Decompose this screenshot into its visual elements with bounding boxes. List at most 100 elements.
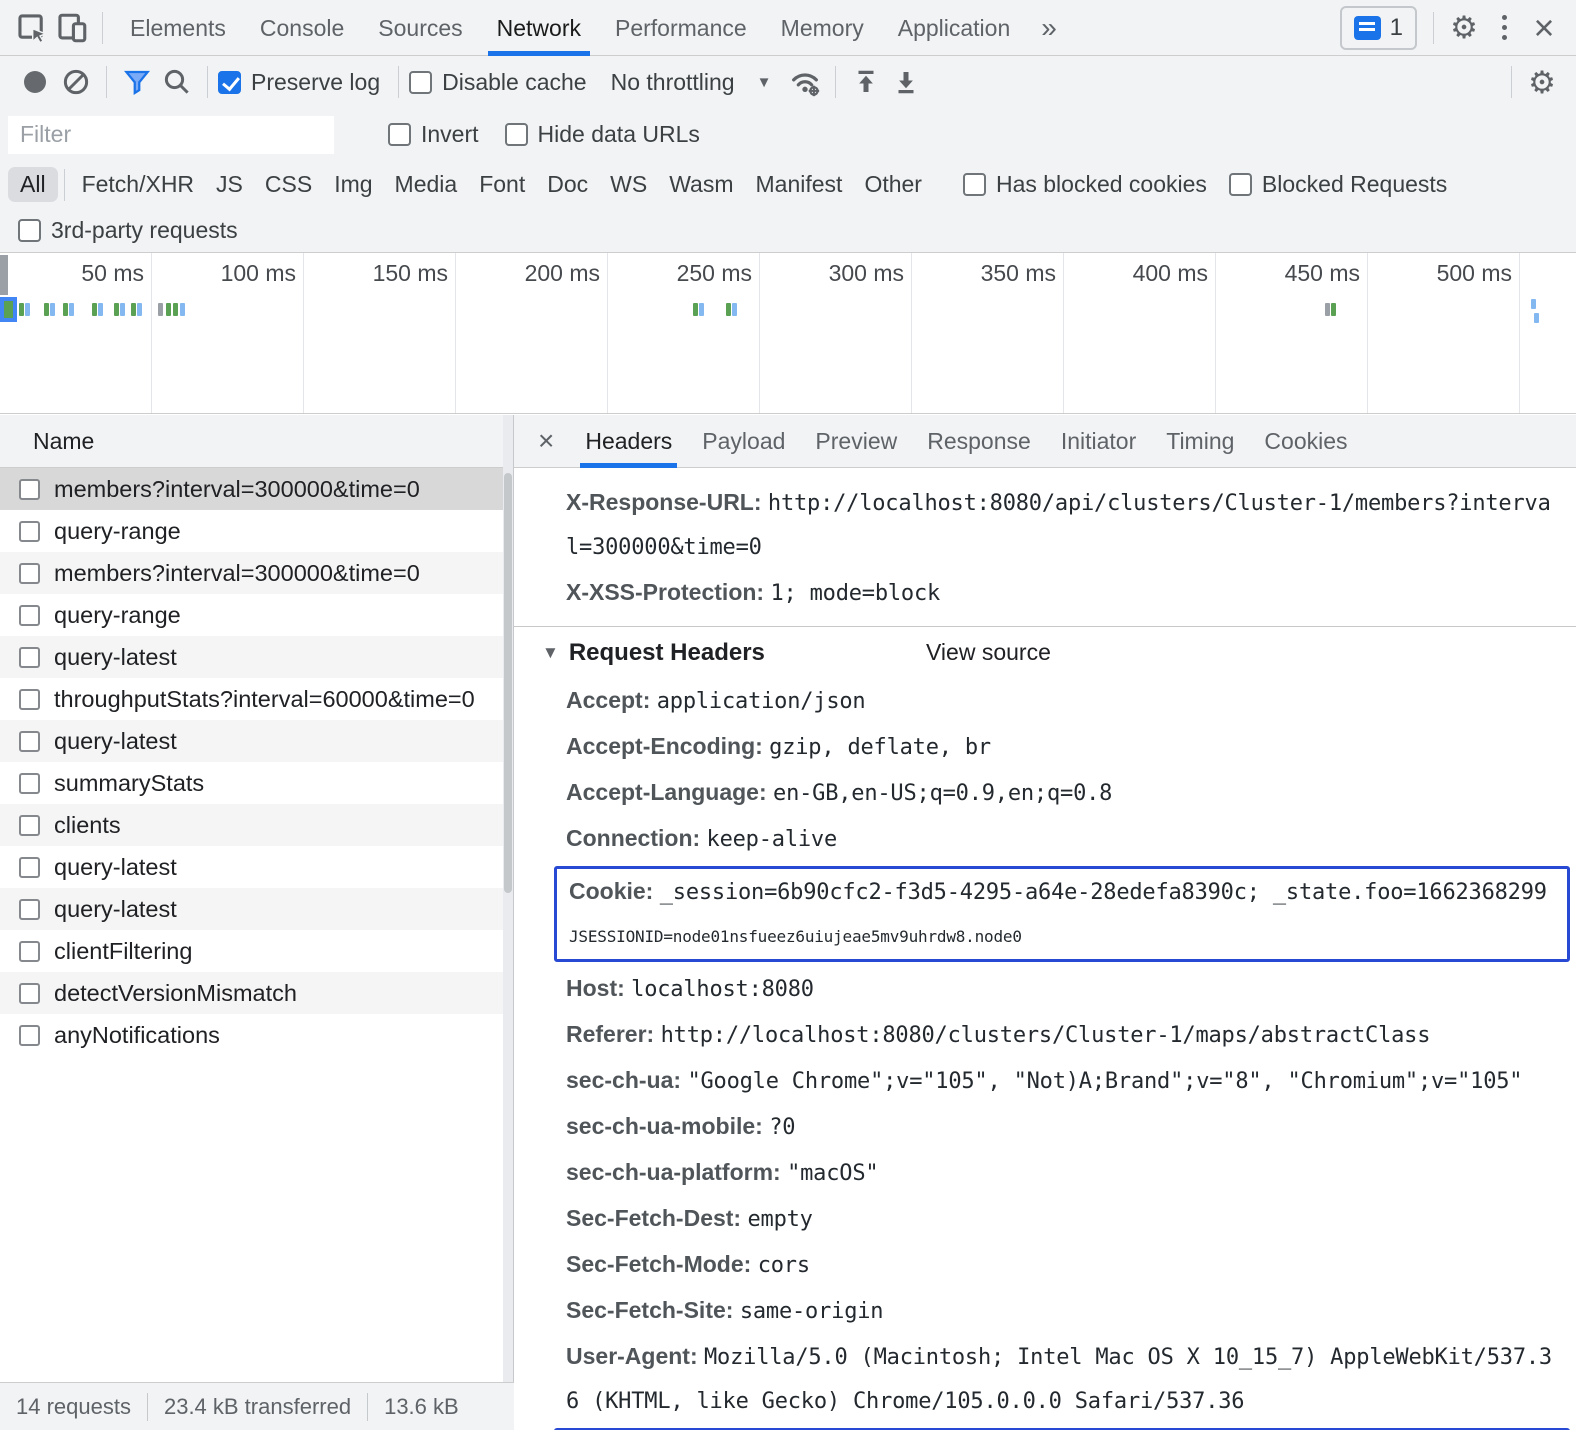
network-settings-gear-icon[interactable]: ⚙ bbox=[1522, 62, 1562, 102]
type-filter-font[interactable]: Font bbox=[468, 171, 536, 198]
timeline-gridline bbox=[1519, 253, 1520, 413]
search-icon[interactable] bbox=[157, 62, 197, 102]
tab-application[interactable]: Application bbox=[881, 0, 1028, 56]
kebab-menu-icon[interactable] bbox=[1484, 8, 1524, 48]
filter-funnel-icon[interactable] bbox=[117, 62, 157, 102]
import-har-icon[interactable] bbox=[846, 62, 886, 102]
inspect-element-icon[interactable] bbox=[12, 8, 52, 48]
hide-data-urls-checkbox[interactable] bbox=[505, 123, 528, 146]
network-conditions-icon[interactable] bbox=[785, 62, 825, 102]
filter-input[interactable] bbox=[8, 116, 334, 154]
request-row[interactable]: query-latest bbox=[0, 720, 513, 762]
request-row-checkbox[interactable] bbox=[19, 689, 40, 710]
disable-cache-checkbox[interactable] bbox=[409, 71, 432, 94]
detail-tab-initiator[interactable]: Initiator bbox=[1046, 415, 1151, 468]
throttling-select[interactable]: No throttling bbox=[611, 69, 735, 96]
request-row-checkbox[interactable] bbox=[19, 815, 40, 836]
type-filter-ws[interactable]: WS bbox=[599, 171, 658, 198]
detail-tab-cookies[interactable]: Cookies bbox=[1249, 415, 1362, 468]
throttling-caret-icon[interactable]: ▼ bbox=[757, 74, 772, 91]
third-party-checkbox[interactable] bbox=[18, 219, 41, 242]
detail-tab-payload[interactable]: Payload bbox=[687, 415, 800, 468]
status-bar: 14 requests 23.4 kB transferred 13.6 kB bbox=[0, 1382, 514, 1430]
blocked-requests-checkbox[interactable] bbox=[1229, 173, 1252, 196]
header-row: Accept-Encoding: gzip, deflate, br bbox=[514, 724, 1576, 770]
more-tabs-chevron[interactable]: » bbox=[1027, 12, 1071, 44]
request-name: query-latest bbox=[54, 854, 177, 881]
preserve-log-checkbox[interactable] bbox=[218, 71, 241, 94]
type-filter-img[interactable]: Img bbox=[323, 171, 383, 198]
request-row[interactable]: query-latest bbox=[0, 888, 513, 930]
request-row-checkbox[interactable] bbox=[19, 479, 40, 500]
request-row[interactable]: query-latest bbox=[0, 636, 513, 678]
request-row[interactable]: detectVersionMismatch bbox=[0, 972, 513, 1014]
type-filter-all[interactable]: All bbox=[8, 167, 58, 202]
network-overview-timeline[interactable]: 50 ms100 ms150 ms200 ms250 ms300 ms350 m… bbox=[0, 253, 1576, 414]
type-filter-manifest[interactable]: Manifest bbox=[745, 171, 854, 198]
waterfall-mark bbox=[1331, 303, 1336, 316]
type-filter-other[interactable]: Other bbox=[853, 171, 933, 198]
record-button[interactable] bbox=[24, 71, 46, 93]
request-row-checkbox[interactable] bbox=[19, 731, 40, 752]
type-filter-media[interactable]: Media bbox=[384, 171, 469, 198]
request-row-checkbox[interactable] bbox=[19, 773, 40, 794]
request-row[interactable]: clientFiltering bbox=[0, 930, 513, 972]
close-detail-icon[interactable]: × bbox=[520, 427, 570, 455]
type-filter-fetchxhr[interactable]: Fetch/XHR bbox=[71, 171, 205, 198]
request-row[interactable]: members?interval=300000&time=0 bbox=[0, 552, 513, 594]
tab-sources[interactable]: Sources bbox=[361, 0, 479, 56]
type-filter-js[interactable]: JS bbox=[205, 171, 254, 198]
detail-tab-response[interactable]: Response bbox=[912, 415, 1046, 468]
request-row-checkbox[interactable] bbox=[19, 563, 40, 584]
detail-tab-headers[interactable]: Headers bbox=[570, 415, 687, 468]
detail-tab-preview[interactable]: Preview bbox=[800, 415, 912, 468]
request-row[interactable]: summaryStats bbox=[0, 762, 513, 804]
request-row[interactable]: clients bbox=[0, 804, 513, 846]
tab-memory[interactable]: Memory bbox=[764, 0, 881, 56]
type-filter-wasm[interactable]: Wasm bbox=[658, 171, 744, 198]
export-har-icon[interactable] bbox=[886, 62, 926, 102]
request-row-checkbox[interactable] bbox=[19, 941, 40, 962]
timeline-tick-label: 300 ms bbox=[754, 260, 904, 287]
invert-checkbox[interactable] bbox=[388, 123, 411, 146]
request-row-checkbox[interactable] bbox=[19, 647, 40, 668]
request-row[interactable]: members?interval=300000&time=0 bbox=[0, 468, 513, 510]
section-title[interactable]: Request Headers bbox=[569, 639, 765, 667]
divider bbox=[398, 66, 399, 98]
section-collapse-icon[interactable]: ▼ bbox=[542, 643, 559, 663]
request-row-checkbox[interactable] bbox=[19, 983, 40, 1004]
tab-elements[interactable]: Elements bbox=[113, 0, 243, 56]
tab-network[interactable]: Network bbox=[480, 0, 598, 56]
request-row-checkbox[interactable] bbox=[19, 605, 40, 626]
request-row[interactable]: anyNotifications bbox=[0, 1014, 513, 1056]
type-filter-doc[interactable]: Doc bbox=[536, 171, 599, 198]
tab-performance[interactable]: Performance bbox=[598, 0, 764, 56]
device-toolbar-icon[interactable] bbox=[52, 8, 92, 48]
list-scrollbar-thumb[interactable] bbox=[504, 473, 512, 893]
request-row-checkbox[interactable] bbox=[19, 857, 40, 878]
clear-icon[interactable] bbox=[56, 62, 96, 102]
waterfall-mark bbox=[131, 303, 136, 316]
detail-tab-timing[interactable]: Timing bbox=[1151, 415, 1249, 468]
timeline-tick-label: 250 ms bbox=[602, 260, 752, 287]
request-row-checkbox[interactable] bbox=[19, 521, 40, 542]
third-party-label: 3rd-party requests bbox=[51, 217, 238, 244]
response-headers-block: X-Response-URL: http://localhost:8080/ap… bbox=[514, 480, 1576, 616]
request-row[interactable]: query-range bbox=[0, 510, 513, 552]
has-blocked-cookies-checkbox[interactable] bbox=[963, 173, 986, 196]
request-row-checkbox[interactable] bbox=[19, 899, 40, 920]
tab-console[interactable]: Console bbox=[243, 0, 361, 56]
view-source-link[interactable]: View source bbox=[926, 639, 1051, 666]
request-row[interactable]: throughputStats?interval=60000&time=0 bbox=[0, 678, 513, 720]
request-row[interactable]: query-latest bbox=[0, 846, 513, 888]
timeline-tick-label: 450 ms bbox=[1210, 260, 1360, 287]
name-column-header[interactable]: Name bbox=[0, 415, 513, 468]
type-filter-css[interactable]: CSS bbox=[254, 171, 323, 198]
close-devtools-icon[interactable]: × bbox=[1524, 8, 1564, 48]
issues-badge[interactable]: 1 bbox=[1340, 6, 1417, 50]
header-row: Sec-Fetch-Mode: cors bbox=[514, 1242, 1576, 1288]
request-row-checkbox[interactable] bbox=[19, 1025, 40, 1046]
request-row[interactable]: query-range bbox=[0, 594, 513, 636]
timeline-tick-label: 400 ms bbox=[1058, 260, 1208, 287]
settings-gear-icon[interactable]: ⚙ bbox=[1444, 8, 1484, 48]
